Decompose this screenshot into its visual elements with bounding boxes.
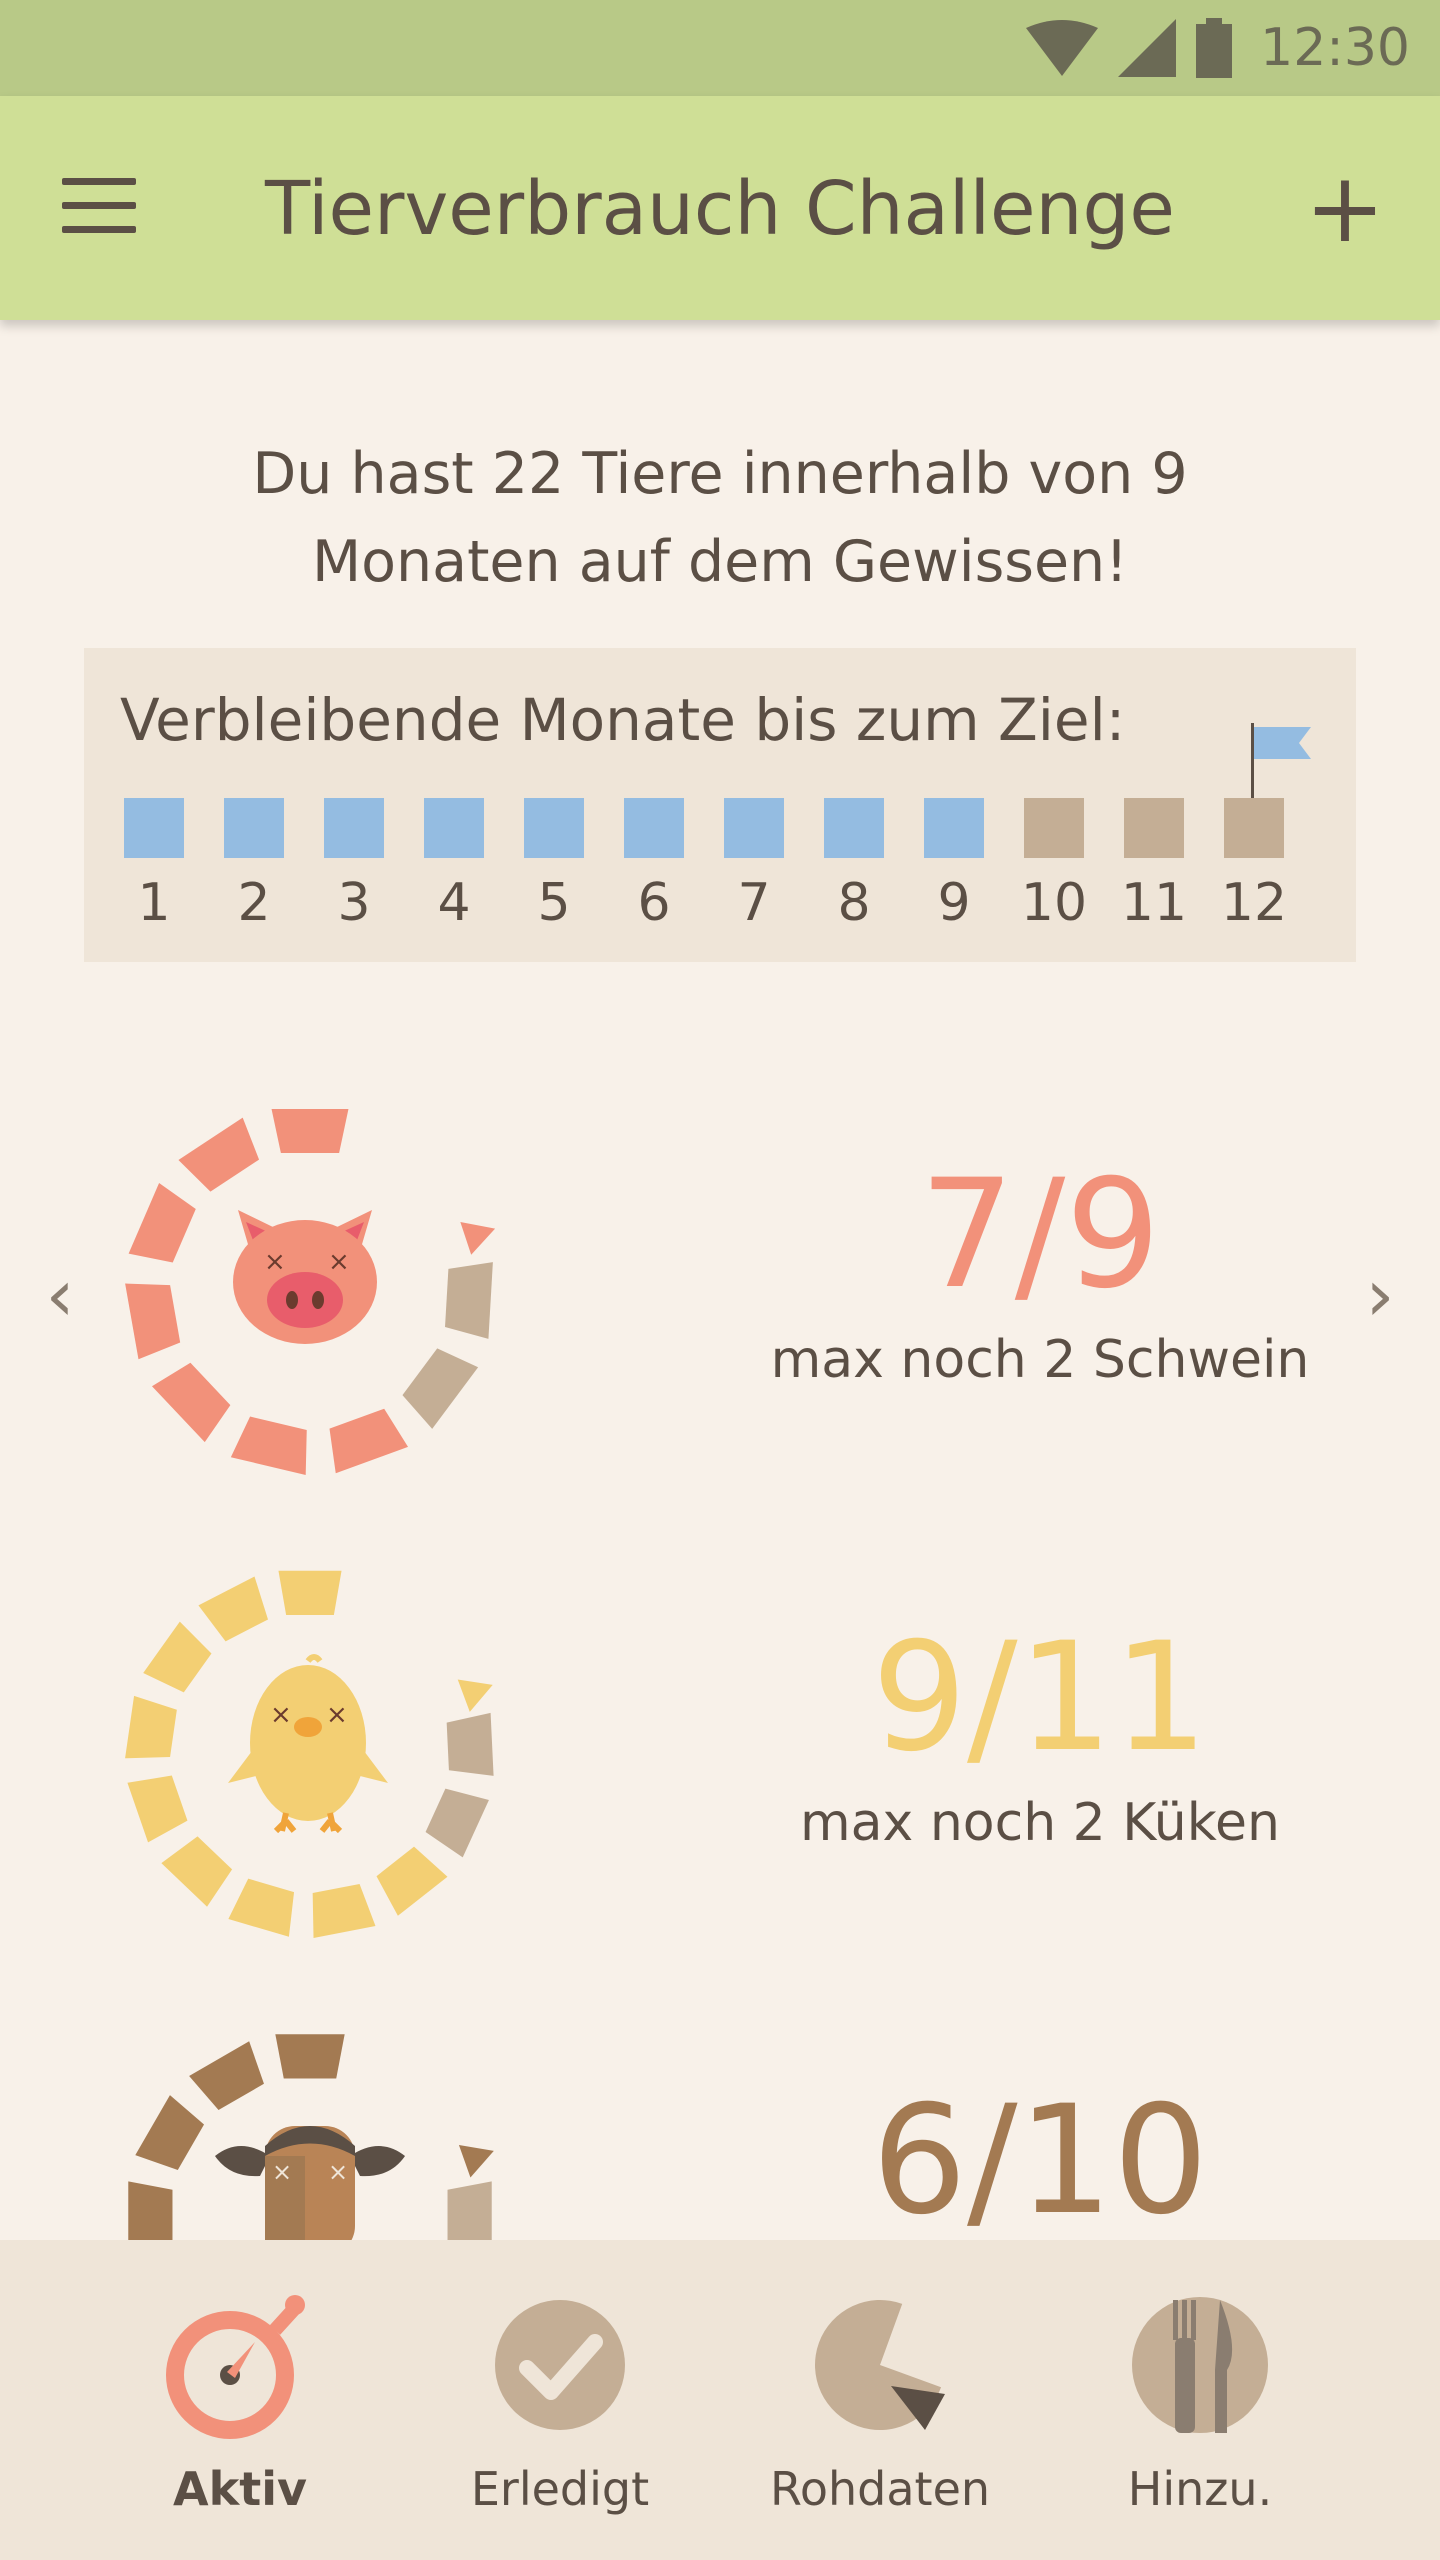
chick-count: 9/11 (871, 1611, 1209, 1785)
ring-marker (460, 1222, 496, 1255)
fork-knife-icon (1132, 2297, 1268, 2433)
months-progress: Verbleibende Monate bis zum Ziel: 123456… (84, 648, 1356, 962)
nav-label-rohdaten: Rohdaten (769, 2462, 991, 2516)
animal-row-chick: × × 9/11 max noch 2 Küken (0, 1543, 1440, 1943)
ring-marker (457, 1679, 493, 1712)
month-square (1124, 798, 1184, 858)
month-square (724, 798, 784, 858)
nav-erledigt[interactable]: Erledigt (440, 2290, 680, 2516)
ring-marker (458, 2144, 494, 2178)
ring-segment (329, 1408, 409, 1474)
ring-segment (446, 1712, 494, 1776)
nav-hinzu[interactable]: Hinzu. (1080, 2290, 1320, 2516)
chick-icon: × × (228, 1654, 388, 1833)
ring-segment (178, 1117, 260, 1192)
month-square (624, 798, 684, 858)
cow-icon: × × (215, 2126, 405, 2256)
month-1: 1 (124, 798, 184, 933)
month-4: 4 (424, 798, 484, 933)
stopwatch-icon (166, 2295, 305, 2439)
svg-text:×: × (272, 2158, 292, 2186)
cow-count: 6/10 (871, 2074, 1209, 2248)
ring-segment (189, 2041, 264, 2111)
chick-limit: max noch 2 Küken (800, 1793, 1280, 1853)
month-7: 7 (724, 798, 784, 933)
ring-segment (230, 1416, 307, 1475)
month-11: 11 (1121, 798, 1187, 933)
signal-icon (1118, 19, 1177, 77)
month-10: 10 (1021, 798, 1087, 933)
ring-segment (376, 1846, 448, 1916)
nav-rohdaten[interactable]: Rohdaten (760, 2290, 1000, 2516)
ring-segment (125, 1283, 181, 1360)
month-6: 6 (624, 798, 684, 933)
ring-segment (128, 1183, 196, 1263)
ring-segment (402, 1348, 479, 1429)
svg-text:×: × (328, 1247, 350, 1277)
ring-segment (275, 2034, 345, 2079)
animal-row-pig: × × 7/9 max noch 2 Schwein (0, 1080, 1440, 1480)
svg-text:×: × (264, 1247, 286, 1277)
month-square (1024, 798, 1084, 858)
add-button[interactable]: + (1300, 160, 1390, 258)
nav-label-aktiv: Aktiv (173, 2462, 307, 2516)
month-8: 8 (824, 798, 884, 933)
month-12: 12 (1221, 798, 1287, 933)
pig-icon: × × (233, 1210, 377, 1344)
nav-label-erledigt: Erledigt (470, 2462, 650, 2516)
month-square (224, 798, 284, 858)
flag-icon (1251, 723, 1311, 803)
nav-aktiv[interactable]: Aktiv (120, 2290, 360, 2516)
ring-segment (135, 2095, 205, 2170)
status-bar: 12:30 (0, 0, 1440, 96)
app-bar: Tierverbrauch Challenge + (0, 96, 1440, 320)
check-icon (495, 2300, 625, 2430)
month-square (124, 798, 184, 858)
month-2: 2 (224, 798, 284, 933)
month-square (524, 798, 584, 858)
ring-segment (445, 1262, 493, 1339)
status-time: 12:30 (1260, 18, 1410, 78)
ring-segment (425, 1788, 489, 1858)
month-square (424, 798, 484, 858)
ring-segment (125, 1695, 177, 1759)
month-9: 9 (924, 798, 984, 933)
ring-segment (198, 1576, 269, 1642)
pig-count: 7/9 (919, 1148, 1161, 1322)
ring-segment (271, 1109, 349, 1154)
page-title: Tierverbrauch Challenge (265, 166, 1175, 252)
wifi-icon (1026, 20, 1099, 76)
ring-segment (143, 1621, 212, 1693)
battery-icon (1196, 18, 1233, 78)
ring-segment (312, 1883, 376, 1938)
month-square (1224, 798, 1284, 858)
month-5: 5 (524, 798, 584, 933)
bottom-navigation: Aktiv Erledigt Rohdaten Hinzu. (0, 2240, 1440, 2560)
pig-limit: max noch 2 Schwein (770, 1330, 1310, 1390)
month-number: 12 (1220, 873, 1288, 933)
ring-segment (278, 1570, 342, 1616)
nav-label-hinzu: Hinzu. (1127, 2462, 1273, 2516)
month-3: 3 (324, 798, 384, 933)
svg-text:×: × (328, 2158, 348, 2186)
summary-text: Du hast 22 Tiere innerhalb von 9 Monaten… (252, 441, 1188, 595)
svg-text:×: × (326, 1700, 348, 1730)
pie-chart-icon (815, 2300, 945, 2430)
ring-segment (228, 1878, 295, 1937)
svg-text:×: × (270, 1700, 292, 1730)
month-square (824, 798, 884, 858)
ring-segment (127, 1775, 188, 1843)
ring-segment (161, 1836, 233, 1907)
month-square (924, 798, 984, 858)
ring-segment (151, 1362, 231, 1443)
months-label: Verbleibende Monate bis zum Ziel: (120, 686, 1126, 754)
month-square (324, 798, 384, 858)
